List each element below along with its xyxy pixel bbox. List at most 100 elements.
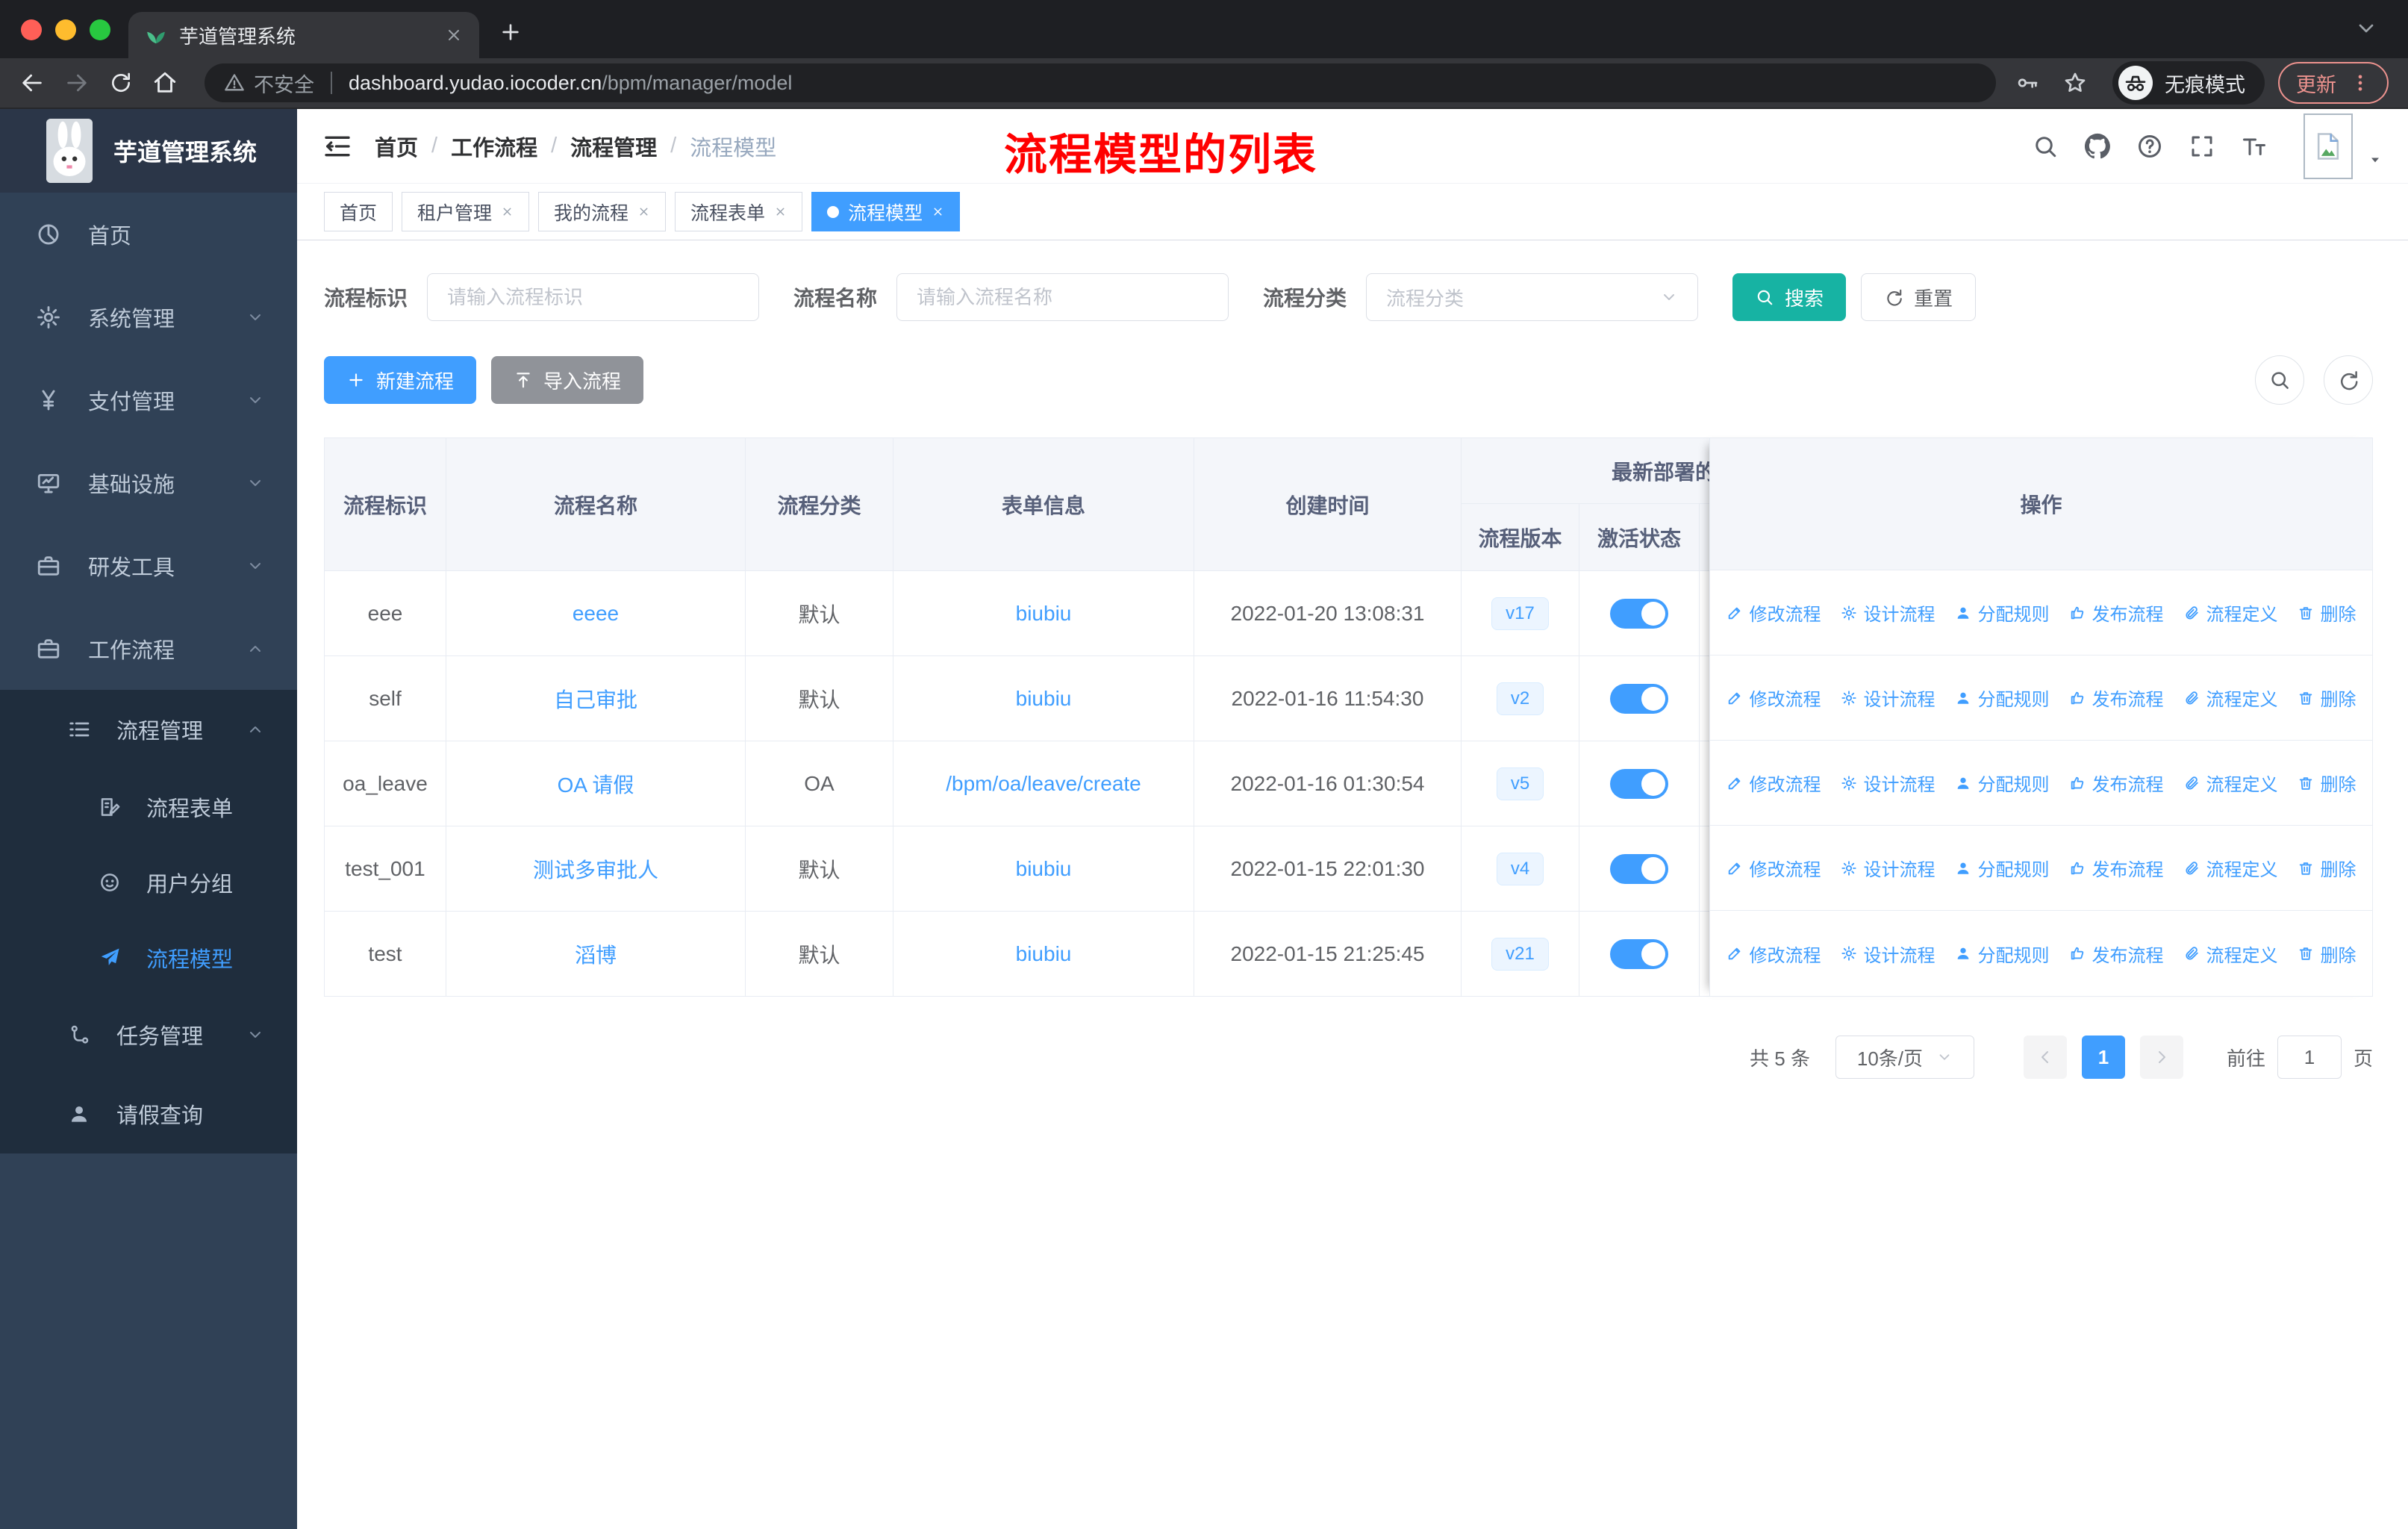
address-bar[interactable]: 不安全 dashboard.yudao.iocoder.cn/bpm/manag… <box>205 63 1996 102</box>
process-name-link[interactable]: OA 请假 <box>558 773 634 797</box>
form-info-link[interactable]: biubiu <box>1016 857 1072 880</box>
active-status-toggle[interactable] <box>1610 853 1668 884</box>
sidebar-item-leave-query[interactable]: 请假查询 <box>0 1074 297 1153</box>
back-button[interactable] <box>19 70 45 96</box>
page-tab-my-process[interactable]: 我的流程 <box>538 192 667 231</box>
process-name-link[interactable]: eeee <box>573 602 619 625</box>
page-tab-process-form[interactable]: 流程表单 <box>675 192 803 231</box>
delete-process-link[interactable]: 删除 <box>2298 855 2356 881</box>
reset-button[interactable]: 重置 <box>1861 273 1977 321</box>
edit-process-link[interactable]: 修改流程 <box>1727 855 1821 881</box>
sidebar-item-home[interactable]: 首页 <box>0 193 297 275</box>
current-page-button[interactable]: 1 <box>2081 1036 2125 1079</box>
publish-process-link[interactable]: 发布流程 <box>2069 770 2164 796</box>
publish-process-link[interactable]: 发布流程 <box>2069 855 2164 881</box>
sidebar-item-user-group[interactable]: 用户分组 <box>0 844 297 920</box>
assign-rule-link[interactable]: 分配规则 <box>1955 941 2050 967</box>
design-process-link[interactable]: 设计流程 <box>1841 770 1936 796</box>
delete-process-link[interactable]: 删除 <box>2298 941 2356 967</box>
process-name-link[interactable]: 自己审批 <box>554 688 637 711</box>
window-close-button[interactable] <box>21 19 42 40</box>
process-definition-link[interactable]: 流程定义 <box>2183 941 2278 967</box>
fullscreen-icon[interactable] <box>2189 133 2215 160</box>
edit-process-link[interactable]: 修改流程 <box>1727 685 1821 711</box>
form-info-link[interactable]: biubiu <box>1016 687 1072 710</box>
breadcrumb-process-management[interactable]: 流程管理 <box>570 131 657 162</box>
page-size-select[interactable]: 10条/页 <box>1835 1036 1974 1079</box>
publish-process-link[interactable]: 发布流程 <box>2069 600 2164 626</box>
sidebar-collapse-icon[interactable] <box>322 131 352 161</box>
process-definition-link[interactable]: 流程定义 <box>2183 685 2278 711</box>
security-label[interactable]: 不安全 <box>254 69 314 98</box>
user-avatar[interactable] <box>2303 113 2353 179</box>
toggle-search-button[interactable] <box>2255 355 2304 405</box>
assign-rule-link[interactable]: 分配规则 <box>1955 685 2050 711</box>
github-icon[interactable] <box>2084 133 2111 160</box>
prev-page-button[interactable] <box>2023 1036 2067 1079</box>
design-process-link[interactable]: 设计流程 <box>1841 941 1936 967</box>
sidebar-item-process-management[interactable]: 流程管理 <box>0 690 297 769</box>
design-process-link[interactable]: 设计流程 <box>1841 685 1936 711</box>
edit-process-link[interactable]: 修改流程 <box>1727 600 1821 626</box>
breadcrumb-workflow[interactable]: 工作流程 <box>451 131 537 162</box>
sidebar-item-system[interactable]: 系统管理 <box>0 275 297 358</box>
create-process-button[interactable]: 新建流程 <box>324 356 477 404</box>
search-icon[interactable] <box>2032 133 2059 160</box>
form-info-link[interactable]: /bpm/oa/leave/create <box>946 772 1141 795</box>
window-zoom-button[interactable] <box>90 19 110 40</box>
tab-close-icon[interactable] <box>637 205 650 218</box>
sidebar-item-dev-tools[interactable]: 研发工具 <box>0 524 297 607</box>
home-button[interactable] <box>152 70 178 96</box>
process-definition-link[interactable]: 流程定义 <box>2183 855 2278 881</box>
search-button[interactable]: 搜索 <box>1732 273 1847 321</box>
tab-close-icon[interactable] <box>445 26 463 44</box>
assign-rule-link[interactable]: 分配规则 <box>1955 600 2050 626</box>
process-category-select[interactable]: 流程分类 <box>1366 273 1699 321</box>
active-status-toggle[interactable] <box>1610 683 1668 714</box>
delete-process-link[interactable]: 删除 <box>2298 685 2356 711</box>
assign-rule-link[interactable]: 分配规则 <box>1955 855 2050 881</box>
process-name-link[interactable]: 测试多审批人 <box>533 859 658 882</box>
tab-close-icon[interactable] <box>932 205 944 218</box>
process-name-link[interactable]: 滔博 <box>575 944 617 967</box>
sidebar-item-process-form[interactable]: 流程表单 <box>0 769 297 844</box>
active-status-toggle[interactable] <box>1610 598 1668 629</box>
sidebar-logo[interactable]: 芋道管理系统 <box>0 109 297 193</box>
new-tab-button[interactable] <box>499 20 523 48</box>
font-size-icon[interactable] <box>2241 133 2268 160</box>
sidebar-item-infrastructure[interactable]: 基础设施 <box>0 441 297 524</box>
delete-process-link[interactable]: 删除 <box>2298 600 2356 626</box>
form-info-link[interactable]: biubiu <box>1016 942 1072 965</box>
process-definition-link[interactable]: 流程定义 <box>2183 600 2278 626</box>
user-menu-caret-icon[interactable] <box>2368 152 2383 167</box>
tab-close-icon[interactable] <box>501 205 514 218</box>
process-id-input[interactable] <box>427 273 760 321</box>
sidebar-item-process-model[interactable]: 流程模型 <box>0 920 297 995</box>
design-process-link[interactable]: 设计流程 <box>1841 600 1936 626</box>
help-icon[interactable] <box>2136 133 2163 160</box>
active-status-toggle[interactable] <box>1610 938 1668 969</box>
reload-button[interactable] <box>109 71 133 95</box>
window-minimize-button[interactable] <box>55 19 76 40</box>
import-process-button[interactable]: 导入流程 <box>491 356 644 404</box>
process-name-input[interactable] <box>896 273 1229 321</box>
sidebar-item-task-management[interactable]: 任务管理 <box>0 995 297 1074</box>
assign-rule-link[interactable]: 分配规则 <box>1955 770 2050 796</box>
tab-search-chevron-icon[interactable] <box>2354 16 2378 44</box>
edit-process-link[interactable]: 修改流程 <box>1727 770 1821 796</box>
active-status-toggle[interactable] <box>1610 768 1668 799</box>
refresh-table-button[interactable] <box>2324 355 2373 405</box>
bookmark-star-icon[interactable] <box>2063 71 2087 95</box>
form-info-link[interactable]: biubiu <box>1016 602 1072 625</box>
sidebar-item-workflow[interactable]: 工作流程 <box>0 607 297 690</box>
page-tab-home[interactable]: 首页 <box>324 192 393 231</box>
browser-tab[interactable]: 芋道管理系统 <box>128 12 479 58</box>
process-definition-link[interactable]: 流程定义 <box>2183 770 2278 796</box>
goto-page-input[interactable] <box>2277 1036 2342 1079</box>
forward-button[interactable] <box>64 70 90 96</box>
tab-close-icon[interactable] <box>774 205 787 218</box>
browser-menu-dots-icon[interactable] <box>2350 72 2371 93</box>
delete-process-link[interactable]: 删除 <box>2298 770 2356 796</box>
edit-process-link[interactable]: 修改流程 <box>1727 941 1821 967</box>
sidebar-item-payment[interactable]: 支付管理 <box>0 358 297 441</box>
